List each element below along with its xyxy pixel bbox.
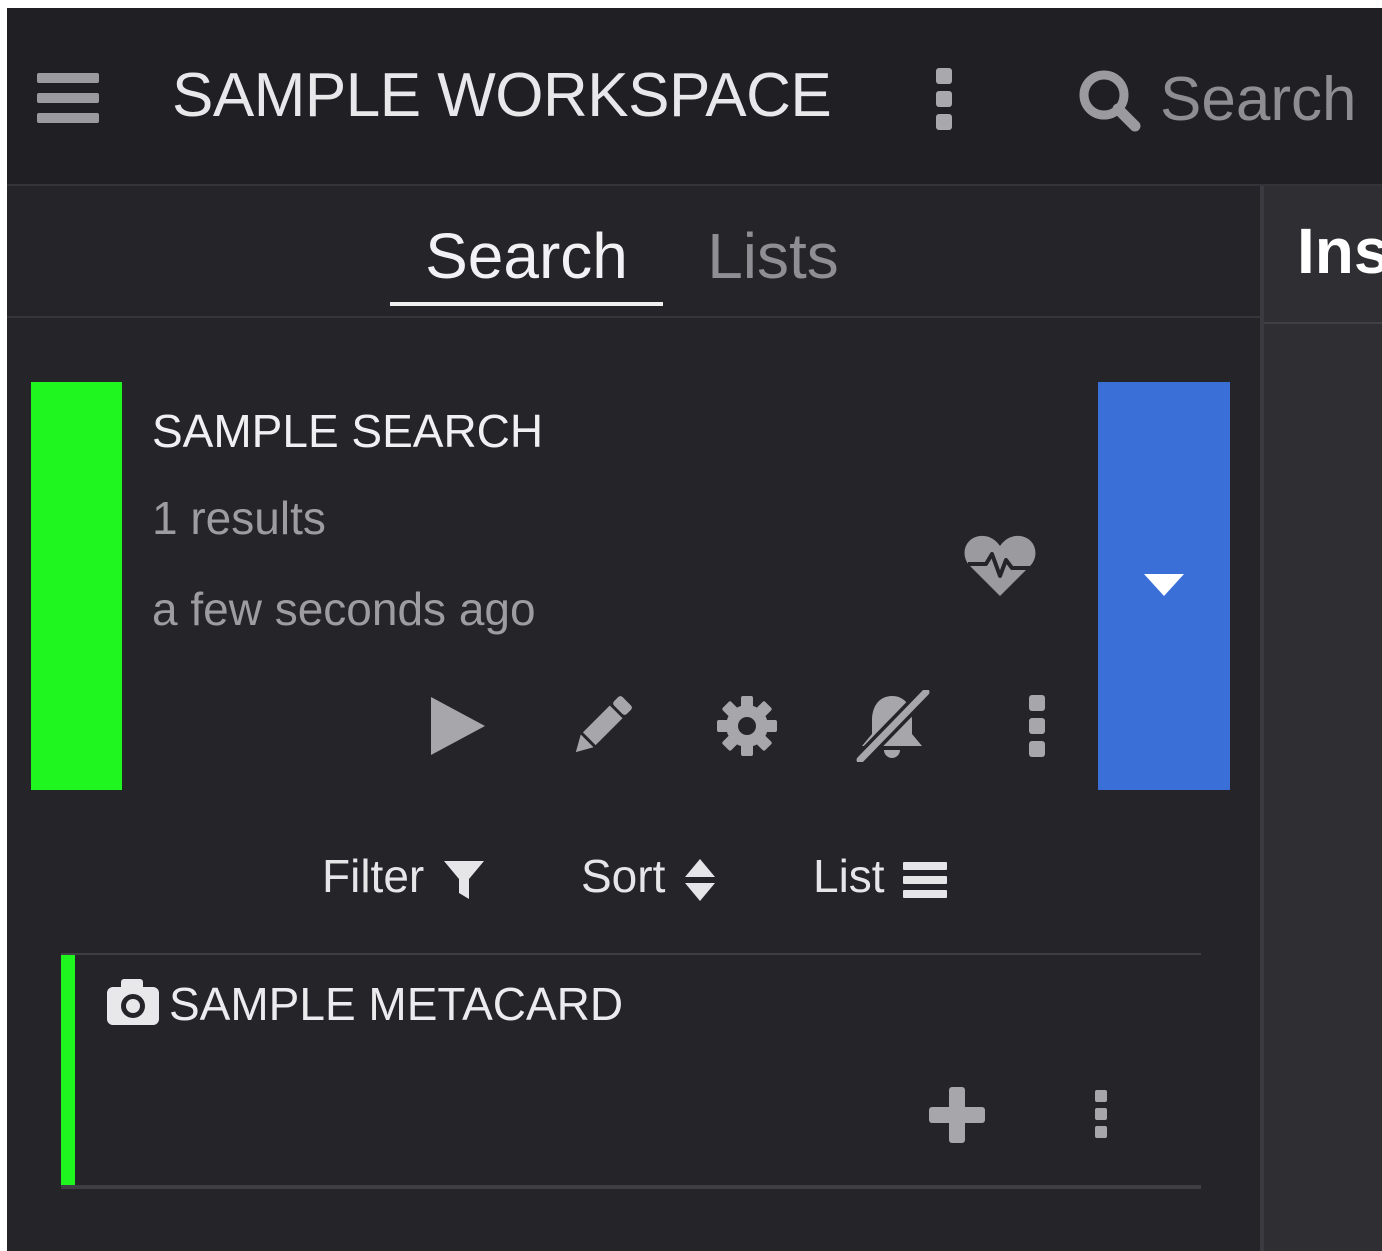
- result-status-bar: [61, 955, 75, 1185]
- result-title[interactable]: SAMPLE METACARD: [169, 977, 623, 1031]
- right-panel-title: Ins: [1297, 215, 1382, 287]
- list-label: List: [813, 850, 885, 902]
- search-timestamp: a few seconds ago: [152, 583, 536, 635]
- tab-bar: Search Lists: [7, 186, 1260, 318]
- camera-icon: [107, 979, 159, 1025]
- search-input[interactable]: Search: [1077, 60, 1382, 140]
- workspace-title[interactable]: SAMPLE WORKSPACE: [172, 60, 832, 132]
- result-item[interactable]: SAMPLE METACARD: [61, 953, 1201, 1189]
- gear-icon[interactable]: [707, 686, 787, 766]
- results-toolbar: Filter Sort List: [7, 836, 1260, 916]
- hamburger-menu-icon[interactable]: [37, 73, 99, 123]
- add-icon[interactable]: [927, 1085, 987, 1145]
- search-result-count: 1 results: [152, 492, 326, 544]
- list-view-button[interactable]: List: [813, 836, 948, 916]
- filter-label: Filter: [322, 850, 425, 902]
- search-status-bar: [31, 382, 122, 790]
- search-placeholder: Search: [1160, 65, 1357, 134]
- pencil-icon[interactable]: [562, 686, 642, 766]
- left-panel: Search Lists SAMPLE SEARCH 1 results a f…: [7, 186, 1260, 1251]
- sort-icon: [685, 858, 716, 901]
- filter-icon: [444, 860, 485, 899]
- list-icon: [903, 861, 948, 898]
- expand-search-button[interactable]: [1098, 382, 1230, 790]
- tab-search[interactable]: Search: [390, 206, 663, 306]
- play-icon[interactable]: [417, 686, 497, 766]
- right-panel: Ins: [1260, 186, 1382, 1251]
- search-icon: [1079, 70, 1141, 132]
- top-header: SAMPLE WORKSPACE Search: [7, 8, 1382, 186]
- bell-slash-icon[interactable]: [852, 686, 932, 766]
- right-panel-header: Ins: [1264, 186, 1382, 324]
- more-vertical-icon[interactable]: [997, 686, 1077, 766]
- app-window: SAMPLE WORKSPACE Search Search Lists SAM…: [7, 8, 1382, 1251]
- result-more-icon[interactable]: [1091, 1090, 1111, 1138]
- search-title: SAMPLE SEARCH: [152, 405, 544, 457]
- tab-lists[interactable]: Lists: [697, 206, 849, 306]
- heartbeat-icon: [964, 535, 1036, 596]
- filter-button[interactable]: Filter: [322, 836, 485, 916]
- caret-down-icon: [1144, 574, 1184, 596]
- workspace-more-icon[interactable]: [932, 68, 956, 130]
- sort-button[interactable]: Sort: [581, 836, 716, 916]
- sort-label: Sort: [581, 850, 666, 902]
